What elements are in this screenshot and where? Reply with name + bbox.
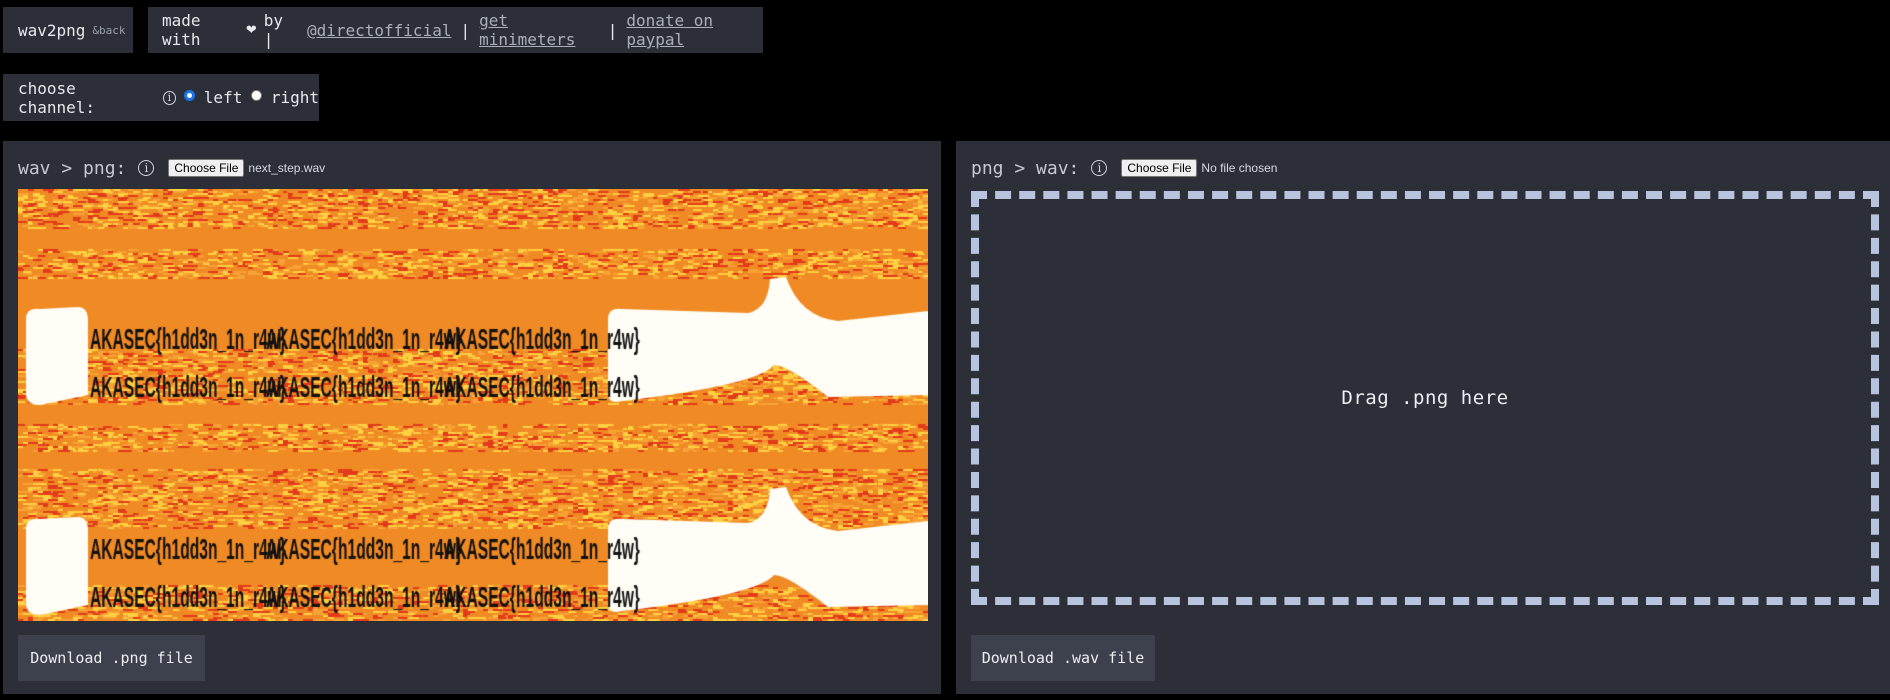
credits-box: made with ❤ by | @directofficial | get m… [148,7,763,53]
channel-selector: choose channel: i left right [3,74,319,121]
dropzone-text: Drag .png here [1341,387,1509,409]
panel-title: png > wav: [971,157,1080,179]
info-icon[interactable]: i [1091,160,1108,176]
link-directofficial[interactable]: @directofficial [307,21,452,40]
panel-header: wav > png: i Choose File next_step.wav [18,156,325,180]
separator: | [460,20,471,40]
radio-left[interactable] [184,90,195,101]
made-with-text: made with [162,11,201,49]
panel-title: wav > png: [18,157,127,179]
radio-right-label[interactable]: right [271,88,319,107]
brand-box: wav2png &back [3,7,133,53]
channel-label: choose channel: [18,78,96,117]
png-to-wav-panel: png > wav: i Choose File No file chosen … [956,141,1890,694]
link-get-minimeters[interactable]: get minimeters [479,11,599,49]
info-icon[interactable]: i [138,160,155,176]
heart-icon: ❤ [245,22,257,38]
png-dropzone[interactable]: Drag .png here [971,191,1879,605]
download-wav-button[interactable]: Download .wav file [971,635,1155,681]
spectrogram-image [18,189,928,621]
download-png-button[interactable]: Download .png file [18,635,205,681]
radio-right[interactable] [251,90,262,101]
info-icon[interactable]: i [162,90,177,105]
link-donate-paypal[interactable]: donate on paypal [626,11,763,49]
panel-header: png > wav: i Choose File No file chosen [971,156,1277,180]
app-name: wav2png [18,20,86,40]
app-suffix: &back [92,23,126,37]
radio-left-label[interactable]: left [204,88,243,107]
choose-file-button[interactable]: Choose File [1121,159,1198,177]
choose-file-button[interactable]: Choose File [168,159,245,177]
wav-to-png-panel: wav > png: i Choose File next_step.wav D… [3,141,941,694]
file-name: No file chosen [1201,161,1278,175]
separator: | [607,20,618,40]
file-name: next_step.wav [248,161,326,175]
by-text: by | [263,11,284,49]
